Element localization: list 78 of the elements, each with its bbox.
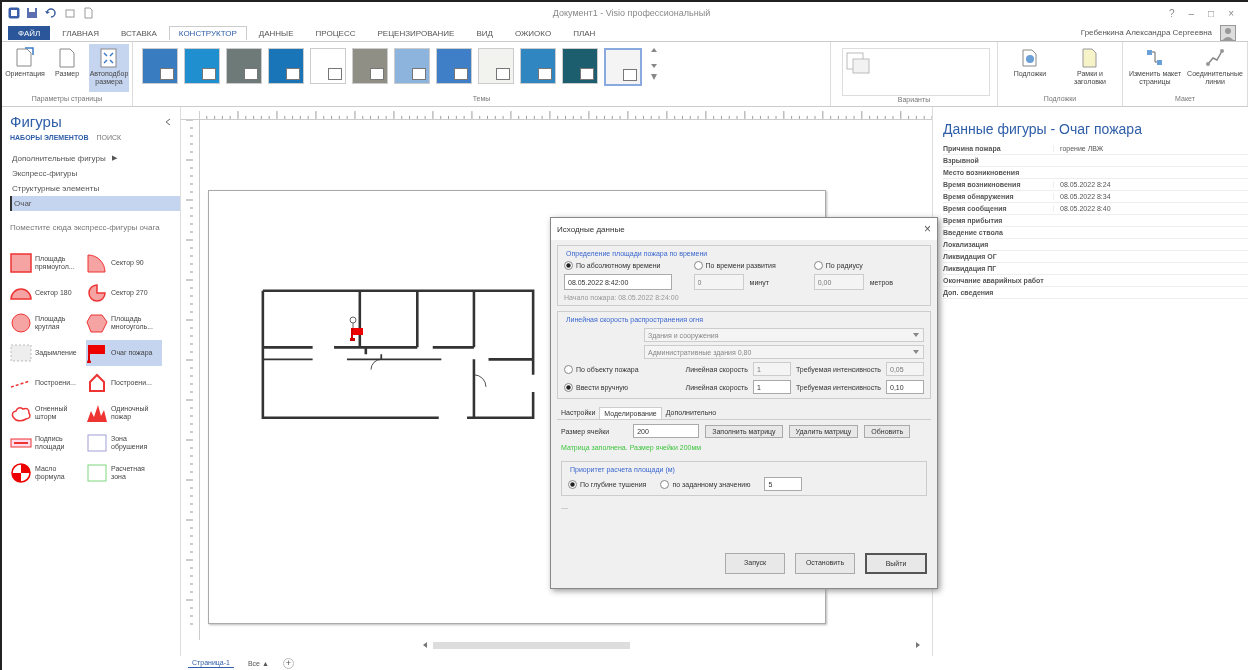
radio-checked-icon[interactable] [568,479,577,489]
close-button[interactable]: × [924,222,931,236]
radio-unchecked-icon[interactable] [564,365,573,374]
radio-unchecked-icon[interactable] [813,261,823,270]
dialog-title: Исходные данные [557,224,625,234]
window-control[interactable]: ? [1169,7,1175,19]
ribbon-tab[interactable]: РЕЦЕНЗИРОВАНИЕ [367,25,465,40]
panel-title: Данные фигуры - Очаг пожара [943,121,1143,137]
scroll-bar[interactable] [421,640,922,650]
page-icon [412,68,426,80]
page-icon [370,68,384,80]
theme-thumbnail[interactable] [562,48,598,84]
page-icon [538,68,552,80]
avatar-icon[interactable] [1220,24,1236,41]
theme-thumbnail[interactable] [520,48,556,84]
save-icon[interactable] [26,7,38,19]
page-icon [454,68,468,80]
stencil-item[interactable]: Очаг [10,196,180,211]
theme-thumbnail[interactable] [310,48,346,84]
radio-checked-icon[interactable] [564,383,573,392]
theme-thumbnail[interactable] [352,48,388,84]
ribbon-tab[interactable]: ВСТАВКА [110,25,167,40]
collapse-icon[interactable] [164,117,172,126]
ribbon-tab[interactable]: КОНСТРУКТОР [168,25,247,40]
ribbon-tab[interactable]: ВИД [466,25,503,40]
user-name: Гребенкина Александра Сергеевна [1080,28,1212,37]
fire-marker-icon[interactable] [347,316,365,342]
page-icon [328,68,342,80]
theme-thumbnail[interactable] [142,48,178,84]
page-icon [496,68,510,80]
shape-icon [86,283,108,303]
theme-thumbnail[interactable] [226,48,262,84]
undo-icon[interactable] [44,7,58,19]
window-control[interactable]: × [1228,7,1234,19]
shape-icon [10,463,32,483]
scroll-left-icon[interactable] [421,641,429,649]
shape-icon [86,463,108,483]
ribbon-tab[interactable]: ОЖИОКО [504,25,562,40]
shape-icon [86,253,108,273]
page-icon [623,69,637,81]
page-icon [580,68,594,80]
ribbon-tab[interactable]: ПЛАН [563,25,606,40]
stencil-item[interactable]: Структурные элементы [10,181,180,196]
shape-icon [10,343,32,363]
shape-icon [86,433,108,453]
app-icon [8,7,20,19]
page-icon [286,68,300,80]
hint-text: Поместите сюда экспресс-фигуры очага [10,223,161,232]
shape-icon [86,313,108,333]
theme-thumbnail[interactable] [604,48,642,86]
page-icon [244,68,258,80]
ribbon-tab[interactable]: ГЛАВНАЯ [52,25,109,40]
orientation-icon[interactable] [13,46,37,70]
window-title: Документ1 - Visio профессиональный [551,8,712,18]
theme-thumbnail[interactable] [268,48,304,84]
stencil-item[interactable]: Экспресс-фигуры [10,166,180,181]
page-icon [202,68,216,80]
theme-thumbnail[interactable] [394,48,430,84]
theme-thumbnail[interactable] [184,48,220,84]
shape-icon [86,403,108,423]
radio-checked-icon[interactable] [564,261,573,270]
shape-icon [10,253,32,273]
shape-icon [10,313,32,333]
scroll-right-icon[interactable] [914,641,922,649]
shape-icon [86,373,108,393]
window-control[interactable]: □ [1208,7,1215,19]
page-icon [160,68,174,80]
ribbon-tab[interactable]: ДАННЫЕ [248,25,304,40]
theme-thumbnail[interactable] [436,48,472,84]
scroll-thumb[interactable] [433,641,630,649]
theme-thumbnail[interactable] [478,48,514,84]
ribbon-tab[interactable]: ФАЙЛ [8,25,51,40]
shape-icon [86,343,108,363]
ribbon-tab[interactable]: ПРОЦЕСС [305,25,366,40]
window-control[interactable]: – [1188,7,1195,19]
panel-title: Фигуры [10,113,62,130]
radio-unchecked-icon[interactable] [693,261,703,270]
radio-unchecked-icon[interactable] [660,479,670,489]
